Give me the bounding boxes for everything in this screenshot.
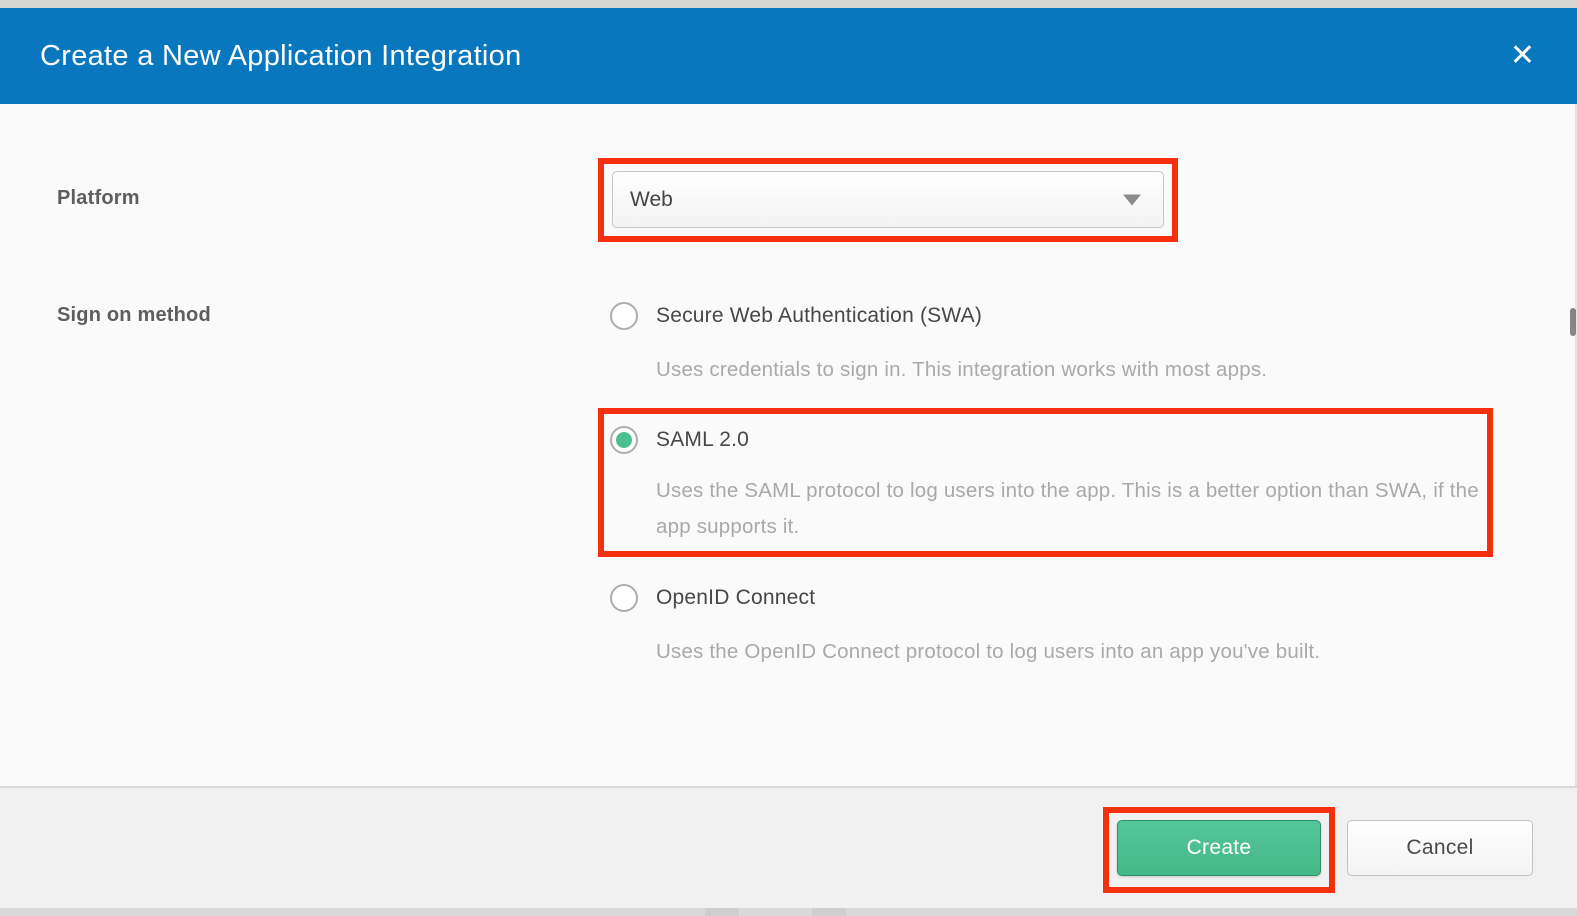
radio-dot xyxy=(616,308,632,324)
scrollbar-thumb[interactable] xyxy=(1570,308,1576,336)
option-label-swa[interactable]: Secure Web Authentication (SWA) xyxy=(656,304,982,328)
modal-header: Create a New Application Integration ✕ xyxy=(0,8,1577,104)
option-description-saml: Uses the SAML protocol to log users into… xyxy=(656,473,1486,545)
close-icon[interactable]: ✕ xyxy=(1510,41,1535,71)
radio-saml[interactable] xyxy=(610,426,638,454)
sign-on-method-label: Sign on method xyxy=(57,304,211,327)
cancel-button[interactable]: Cancel xyxy=(1347,820,1533,876)
option-description-swa: Uses credentials to sign in. This integr… xyxy=(656,352,1516,388)
radio-dot xyxy=(616,590,632,606)
option-description-openid: Uses the OpenID Connect protocol to log … xyxy=(656,634,1536,670)
background-bottom-strip xyxy=(0,908,1577,916)
modal-footer xyxy=(0,786,1577,908)
background-table-edge xyxy=(705,908,739,916)
radio-swa[interactable] xyxy=(610,302,638,330)
platform-dropdown-value: Web xyxy=(630,188,673,212)
background-table-edge xyxy=(812,908,846,916)
option-label-openid[interactable]: OpenID Connect xyxy=(656,586,815,610)
caret-down-icon xyxy=(1123,194,1141,205)
background-top-strip xyxy=(0,0,1577,8)
create-button[interactable]: Create xyxy=(1117,820,1321,876)
radio-openid[interactable] xyxy=(610,584,638,612)
platform-dropdown[interactable]: Web xyxy=(612,171,1164,228)
radio-dot-selected xyxy=(616,432,632,448)
modal-title: Create a New Application Integration xyxy=(40,40,522,73)
option-label-saml[interactable]: SAML 2.0 xyxy=(656,428,749,452)
platform-label: Platform xyxy=(57,187,140,210)
